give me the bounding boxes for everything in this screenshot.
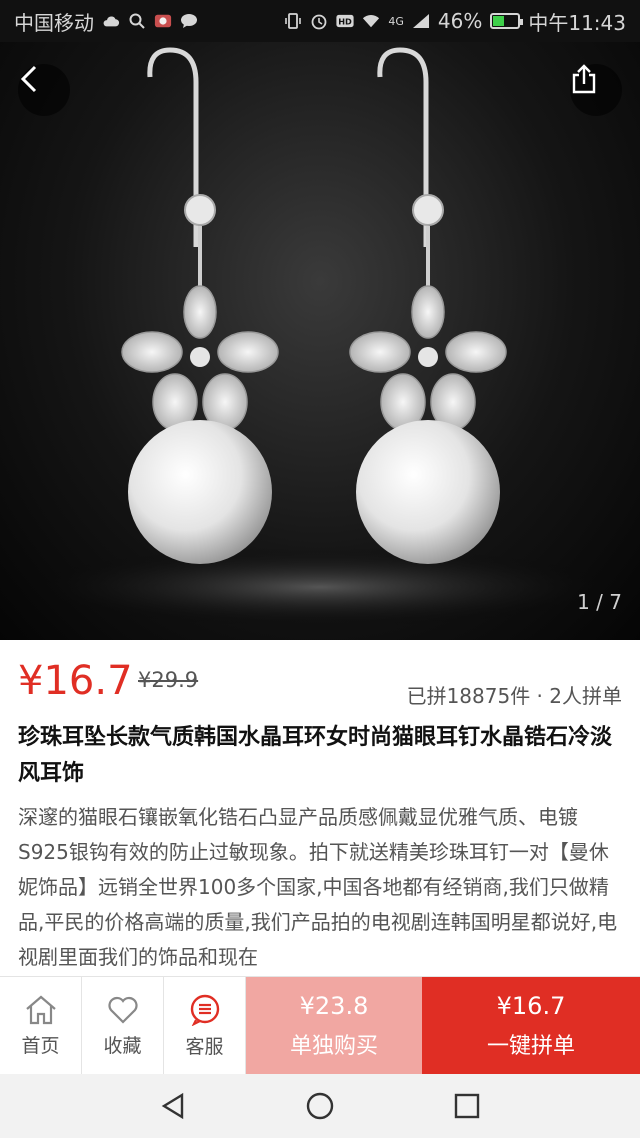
product-image-gallery[interactable]: 1 / 7 bbox=[0, 42, 640, 640]
price-row: ¥16.7 ¥29.9 已拼18875件 · 2人拼单 bbox=[18, 656, 622, 708]
battery-percent: 46% bbox=[437, 9, 483, 33]
triangle-back-icon bbox=[162, 1092, 184, 1120]
home-button[interactable]: 首页 bbox=[0, 977, 82, 1075]
image-counter: 1 / 7 bbox=[577, 590, 622, 614]
home-label: 首页 bbox=[21, 1034, 60, 1057]
solo-label: 单独购买 bbox=[289, 1034, 378, 1059]
nav-recents-button[interactable] bbox=[443, 1082, 491, 1130]
product-description: 深邃的猫眼石镶嵌氧化锆石凸显产品质感佩戴显优雅气质、电镀S925银钩有效的防止过… bbox=[18, 805, 618, 969]
buy-alone-button[interactable]: ¥23.8 单独购买 bbox=[246, 977, 422, 1075]
home-icon bbox=[25, 995, 56, 1024]
vibrate-icon bbox=[284, 12, 302, 30]
alarm-icon bbox=[310, 12, 328, 30]
signal-icon bbox=[412, 12, 430, 30]
favorite-button[interactable]: 收藏 bbox=[82, 977, 164, 1075]
wifi-icon bbox=[362, 12, 380, 30]
clock: 中午11:43 bbox=[528, 10, 626, 35]
chevron-left-icon bbox=[20, 65, 37, 93]
share-button[interactable] bbox=[570, 64, 622, 116]
square-recents-icon bbox=[454, 1093, 479, 1119]
chat-icon bbox=[190, 994, 219, 1026]
share-icon bbox=[572, 64, 596, 94]
battery-icon bbox=[490, 13, 524, 29]
search-icon bbox=[128, 12, 146, 30]
group-buy-button[interactable]: ¥16.7 一键拼单 bbox=[422, 977, 640, 1075]
app-notification-icon bbox=[154, 12, 172, 30]
service-label: 客服 bbox=[185, 1035, 224, 1058]
hd-icon: HD bbox=[336, 12, 354, 30]
nav-back-button[interactable] bbox=[149, 1082, 197, 1130]
nav-home-button[interactable] bbox=[296, 1082, 344, 1130]
cloud-icon bbox=[102, 12, 120, 30]
original-price: ¥29.9 bbox=[138, 668, 199, 692]
circle-home-icon bbox=[306, 1092, 334, 1120]
group-price: ¥16.7 bbox=[18, 658, 133, 704]
carrier-name: 中国移动 bbox=[14, 10, 94, 35]
product-title: 珍珠耳坠长款气质韩国水晶耳环女时尚猫眼耳钉水晶锆石冷淡风耳饰 bbox=[18, 725, 613, 786]
group-buy-price: ¥16.7 bbox=[496, 992, 566, 1020]
customer-service-button[interactable]: 客服 bbox=[164, 977, 246, 1075]
earrings-product-image bbox=[20, 47, 620, 627]
network-type: 4G bbox=[388, 14, 404, 28]
action-bar: 首页 收藏 客服 ¥23.8 单独购买 ¥16.7 一键拼单 bbox=[0, 976, 640, 1075]
message-icon bbox=[180, 12, 198, 30]
back-button[interactable] bbox=[18, 64, 70, 116]
group-buy-label: 一键拼单 bbox=[486, 1034, 575, 1059]
navigation-bar bbox=[0, 1074, 640, 1138]
status-bar: 中国移动 HD 4G 46% 中午11:43 bbox=[0, 0, 640, 42]
heart-icon bbox=[107, 996, 138, 1024]
sales-info: 已拼18875件 · 2人拼单 bbox=[406, 684, 622, 708]
favorite-label: 收藏 bbox=[103, 1034, 142, 1057]
svg-text:HD: HD bbox=[339, 16, 353, 26]
solo-price: ¥23.8 bbox=[299, 992, 369, 1020]
